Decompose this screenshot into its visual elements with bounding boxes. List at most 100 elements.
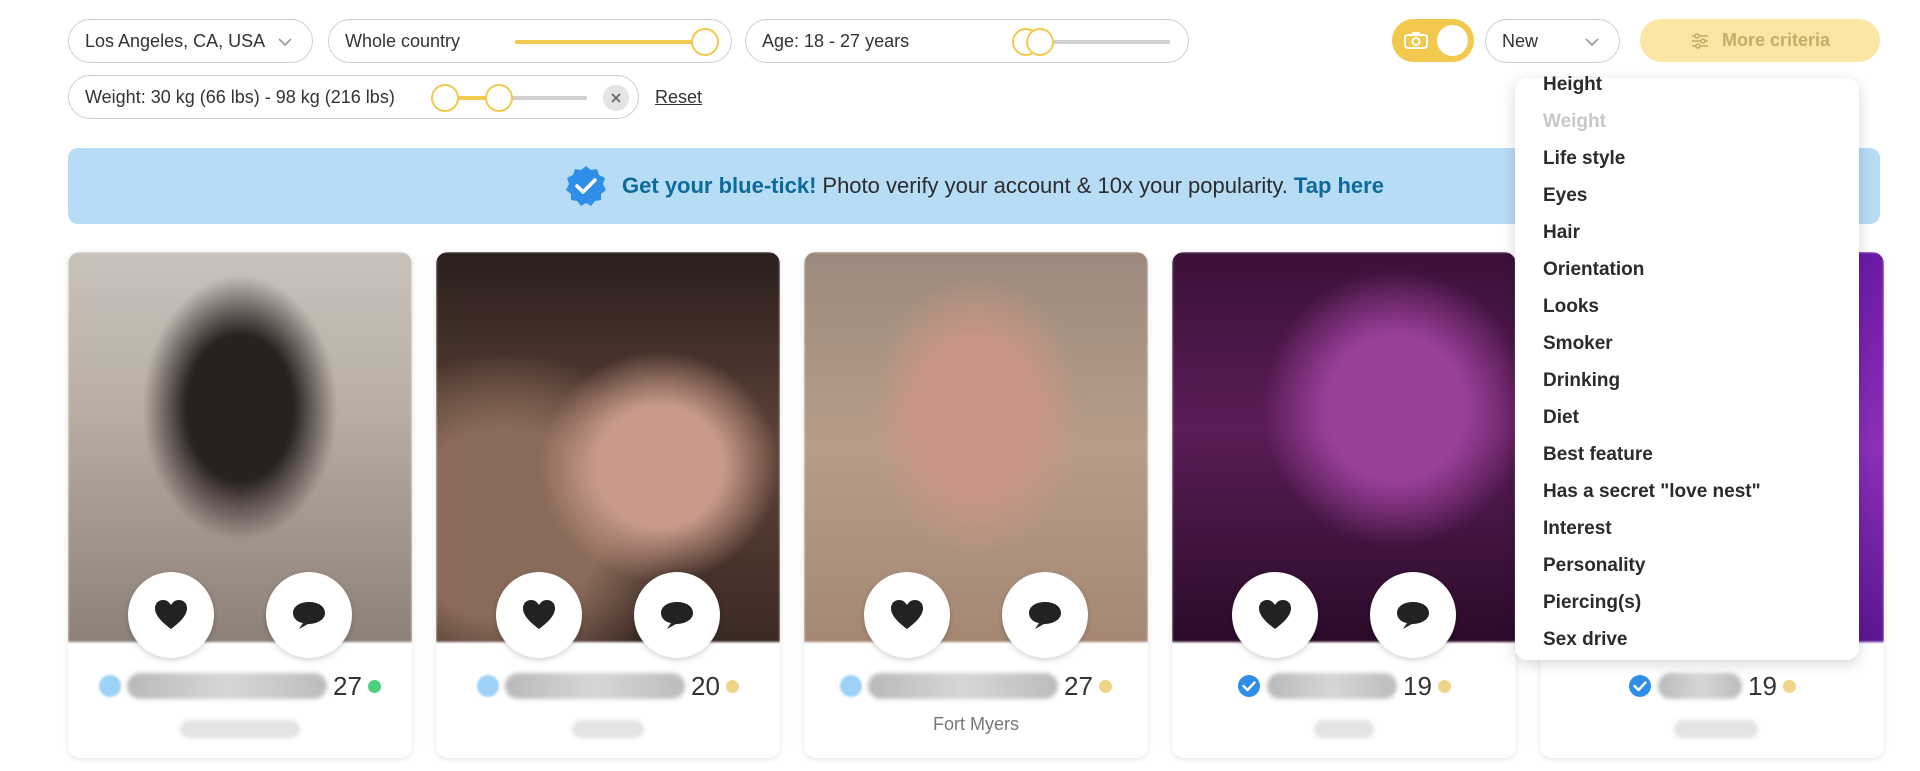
menu-item-best-feature[interactable]: Best feature (1543, 444, 1653, 466)
like-button[interactable] (496, 572, 582, 658)
chat-bubble-icon (1029, 602, 1061, 629)
profile-card[interactable]: 20 (436, 252, 780, 758)
profile-name-blurred (1267, 673, 1398, 699)
verified-badge-icon (1238, 675, 1261, 697)
profile-card[interactable]: 27 (68, 252, 412, 758)
age-slider-max-handle[interactable] (1026, 28, 1054, 56)
menu-item-looks[interactable]: Looks (1543, 296, 1599, 318)
distance-slider-fill (515, 40, 711, 44)
more-criteria-menu: Height Weight Life style Eyes Hair Orien… (1515, 74, 1859, 660)
weight-slider-min-handle[interactable] (431, 84, 459, 112)
profile-city-blurred (1314, 720, 1374, 738)
chevron-down-icon (278, 38, 292, 47)
menu-item-sex-drive[interactable]: Sex drive (1543, 629, 1628, 651)
profile-name-blurred (127, 673, 328, 699)
away-status-dot (1437, 679, 1451, 693)
distance-slider[interactable]: Whole country (328, 19, 732, 63)
banner-text: Photo verify your account & 10x your pop… (822, 173, 1288, 198)
sliders-icon (1691, 32, 1708, 49)
message-button[interactable] (1370, 572, 1456, 658)
like-button[interactable] (1232, 572, 1318, 658)
camera-icon (1404, 32, 1428, 49)
away-status-dot (1782, 679, 1796, 693)
message-button[interactable] (1002, 572, 1088, 658)
menu-item-diet[interactable]: Diet (1543, 407, 1579, 429)
distance-value: Whole country (345, 30, 461, 51)
profile-city-blurred (572, 720, 644, 738)
weight-slider[interactable]: Weight: 30 kg (66 lbs) - 98 kg (216 lbs) (68, 75, 639, 119)
menu-item-interest[interactable]: Interest (1543, 518, 1612, 540)
profile-card[interactable]: 27 Fort Myers (804, 252, 1148, 758)
location-value: Los Angeles, CA, USA (85, 30, 266, 51)
menu-item-lifestyle[interactable]: Life style (1543, 148, 1625, 170)
like-button[interactable] (864, 572, 950, 658)
profile-city-blurred (1674, 720, 1758, 738)
banner-strong: Get your blue-tick! (622, 173, 817, 198)
menu-item-love-nest[interactable]: Has a secret "love nest" (1543, 481, 1761, 503)
weight-value: Weight: 30 kg (66 lbs) - 98 kg (216 lbs) (85, 86, 395, 107)
reset-link[interactable]: Reset (655, 87, 702, 108)
heart-icon (155, 600, 187, 629)
menu-item-piercings[interactable]: Piercing(s) (1543, 592, 1641, 614)
profile-name-blurred (868, 673, 1059, 699)
clear-weight-button[interactable] (603, 85, 629, 111)
menu-item-eyes[interactable]: Eyes (1543, 185, 1587, 207)
profile-city: Fort Myers (932, 714, 1019, 734)
menu-item-orientation[interactable]: Orientation (1543, 259, 1644, 281)
profile-name-row: 27 (68, 668, 412, 704)
online-status-dot (367, 679, 381, 693)
banner-tap-link[interactable]: Tap here (1294, 173, 1384, 199)
more-criteria-button[interactable]: More criteria (1640, 19, 1880, 62)
verified-badge-icon (566, 166, 607, 206)
profile-name-blurred (505, 673, 686, 699)
chat-bubble-icon (1397, 602, 1429, 629)
menu-item-personality[interactable]: Personality (1543, 555, 1645, 577)
profile-photo[interactable] (804, 252, 1148, 642)
profile-photo[interactable] (436, 252, 780, 642)
profile-name-blurred (1658, 673, 1743, 699)
sort-select[interactable]: New (1485, 19, 1620, 63)
sort-value: New (1502, 30, 1539, 51)
verified-badge-icon (477, 675, 500, 697)
menu-item-weight: Weight (1543, 111, 1606, 132)
like-button[interactable] (128, 572, 214, 658)
verified-badge-icon (1629, 675, 1652, 697)
toggle-knob (1437, 25, 1468, 56)
heart-icon (523, 600, 555, 629)
profile-photo[interactable] (1172, 252, 1516, 642)
verified-badge-icon (99, 675, 122, 697)
profile-city-blurred (180, 720, 300, 738)
profile-age: 27 (1064, 670, 1093, 701)
location-select[interactable]: Los Angeles, CA, USA (68, 19, 313, 63)
heart-icon (891, 600, 923, 629)
menu-item-drinking[interactable]: Drinking (1543, 370, 1620, 392)
chat-bubble-icon (293, 602, 325, 629)
profile-age: 27 (333, 670, 362, 701)
menu-item-smoker[interactable]: Smoker (1543, 333, 1613, 355)
age-slider[interactable]: Age: 18 - 27 years (745, 19, 1189, 63)
close-icon (611, 93, 621, 103)
more-criteria-label: More criteria (1721, 30, 1831, 50)
chat-bubble-icon (661, 602, 693, 629)
chevron-down-icon (1585, 38, 1599, 47)
profile-age: 19 (1748, 670, 1777, 701)
menu-item-height[interactable]: Height (1543, 74, 1602, 96)
verified-badge-icon (840, 675, 863, 697)
profile-name-row: 20 (436, 668, 780, 704)
age-value: Age: 18 - 27 years (762, 30, 910, 51)
menu-item-hair[interactable]: Hair (1543, 222, 1580, 244)
distance-slider-handle[interactable] (691, 28, 719, 56)
message-button[interactable] (634, 572, 720, 658)
heart-icon (1259, 600, 1291, 629)
weight-slider-max-handle[interactable] (485, 84, 513, 112)
profile-card[interactable]: 19 (1172, 252, 1516, 758)
profile-age: 20 (691, 670, 720, 701)
profile-photo[interactable] (68, 252, 412, 642)
profile-name-row: 19 (1540, 668, 1884, 704)
profile-name-row: 27 (804, 668, 1148, 704)
away-status-dot (1098, 679, 1112, 693)
profile-age: 19 (1403, 670, 1432, 701)
message-button[interactable] (266, 572, 352, 658)
away-status-dot (725, 679, 739, 693)
photo-only-toggle[interactable] (1392, 19, 1474, 62)
